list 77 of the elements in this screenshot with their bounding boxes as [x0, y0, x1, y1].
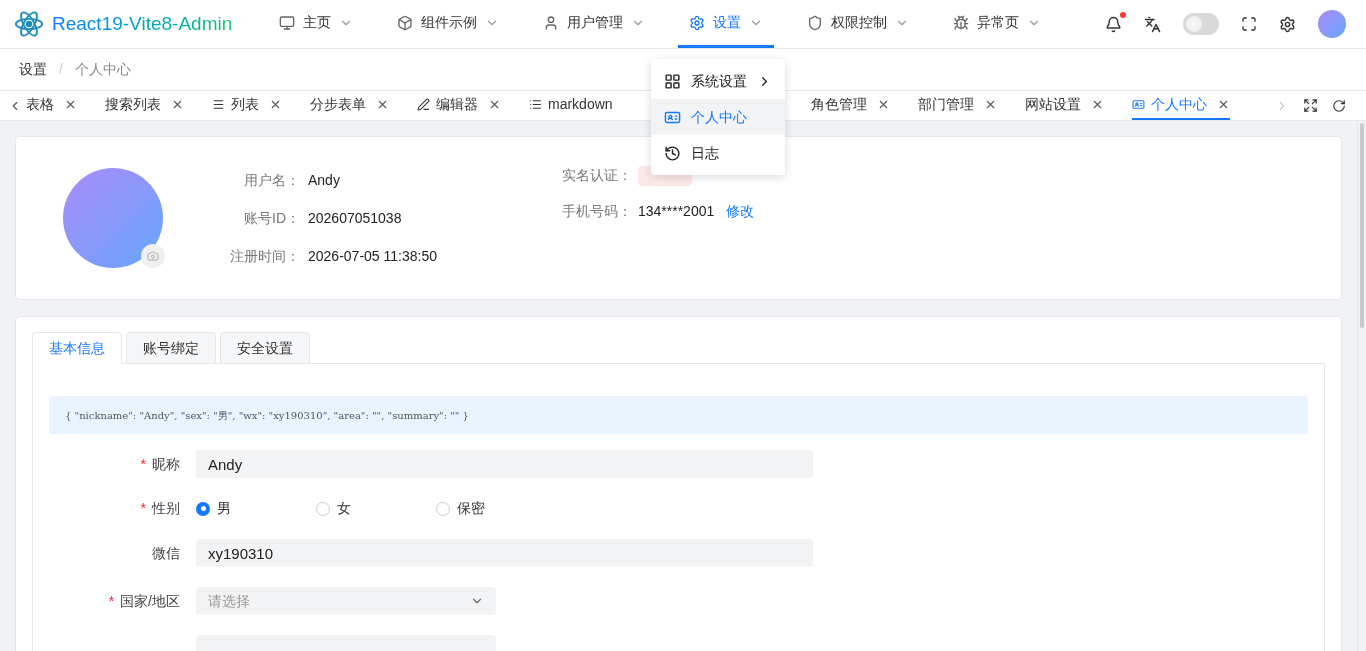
field-value: 2026-07-05 11:38:50	[308, 246, 437, 266]
close-icon	[64, 98, 77, 111]
close-icon	[488, 98, 501, 111]
history-icon	[664, 144, 681, 162]
expand-icon[interactable]	[1303, 98, 1318, 113]
sun-icon	[1189, 19, 1199, 29]
form-tab[interactable]: 基本信息	[32, 332, 122, 364]
camera-icon	[147, 250, 159, 262]
avatar[interactable]	[1318, 10, 1346, 38]
theme-toggle[interactable]	[1183, 13, 1219, 35]
radio-option[interactable]: 保密	[436, 498, 556, 519]
page-tab[interactable]: markdown	[529, 91, 613, 120]
form-label: 性别	[152, 499, 180, 518]
page-tab[interactable]: 搜索列表	[105, 91, 184, 120]
list-icon	[529, 98, 542, 111]
user-icon	[543, 14, 559, 31]
atom-logo-icon	[14, 9, 44, 39]
cube-icon	[397, 14, 413, 31]
field-value: 134****2001	[637, 202, 715, 221]
translate-icon[interactable]	[1144, 15, 1161, 33]
form-label: 微信	[152, 543, 180, 563]
page-tab[interactable]: 部门管理	[917, 91, 997, 120]
gear-icon	[689, 14, 705, 31]
breadcrumb-item: 个人中心	[74, 60, 131, 79]
field-value: Andy	[308, 170, 341, 190]
page-tab[interactable]: 个人中心	[1131, 91, 1230, 120]
form-tab[interactable]: 账号绑定	[126, 332, 216, 364]
fullscreen-icon[interactable]	[1241, 16, 1257, 32]
nav-menu-item[interactable]: 用户管理	[532, 0, 656, 48]
settings-icon[interactable]	[1279, 15, 1296, 33]
text-input[interactable]: xy190310	[196, 539, 813, 567]
nav-menu-item[interactable]: 组件示例	[386, 0, 510, 48]
field-label: 用户名：	[243, 170, 300, 190]
bell-icon	[1105, 15, 1122, 33]
required-asterisk: *	[108, 591, 115, 611]
nav-menu-item[interactable]: 异常页	[942, 0, 1052, 48]
page-tab[interactable]: 分步表单	[310, 91, 389, 120]
page-tab[interactable]: 列表	[212, 91, 282, 120]
pen-icon	[417, 98, 430, 111]
menu-icon	[212, 98, 225, 111]
shield-icon	[807, 14, 823, 31]
dropdown-item[interactable]: 日志	[651, 135, 785, 171]
field-label: 手机号码：	[561, 202, 632, 221]
json-preview: { "nickname": "Andy", "sex": "男", "wx": "xy190310", "area": "", "summary": "" }	[49, 396, 1308, 434]
dropdown-item[interactable]: 个人中心	[651, 99, 785, 135]
breadcrumb-separator: /	[59, 60, 63, 79]
bug-icon	[953, 14, 969, 31]
required-asterisk: *	[140, 454, 146, 474]
required-asterisk: *	[140, 499, 146, 518]
breadcrumb-item[interactable]: 设置	[19, 59, 47, 80]
form-label: 昵称	[152, 454, 180, 474]
camera-button[interactable]	[141, 244, 165, 268]
edit-link[interactable]: 修改	[726, 201, 755, 222]
monitor-icon	[279, 14, 295, 31]
close-icon	[269, 98, 282, 111]
id-card-icon	[1131, 98, 1145, 111]
page-tab[interactable]: 网站设置	[1024, 91, 1104, 120]
field-label: 实名认证：	[561, 166, 632, 185]
refresh-icon[interactable]	[1332, 98, 1346, 113]
radio-option[interactable]: 女	[316, 498, 436, 519]
field-label: 注册时间：	[230, 246, 300, 266]
field-value: 202607051038	[308, 208, 403, 228]
grid-icon	[664, 72, 681, 90]
page-tab[interactable]: 表格	[26, 91, 77, 120]
nav-menu-item[interactable]: 权限控制	[796, 0, 920, 48]
close-icon	[376, 98, 389, 111]
form-tab[interactable]: 安全设置	[220, 332, 310, 364]
form-label: 国家/地区	[120, 591, 180, 611]
page-tab[interactable]: 角色管理	[810, 91, 890, 120]
field-label: 账号ID：	[243, 208, 300, 228]
dropdown-item[interactable]: 系统设置	[651, 63, 785, 99]
scrollbar[interactable]	[1357, 121, 1366, 651]
nav-menu-item[interactable]: 主页	[268, 0, 364, 48]
radio-option[interactable]: 男	[196, 498, 316, 519]
close-icon	[171, 98, 184, 111]
page-tab[interactable]: 编辑器	[417, 91, 501, 120]
text-input[interactable]: Andy	[196, 450, 813, 478]
